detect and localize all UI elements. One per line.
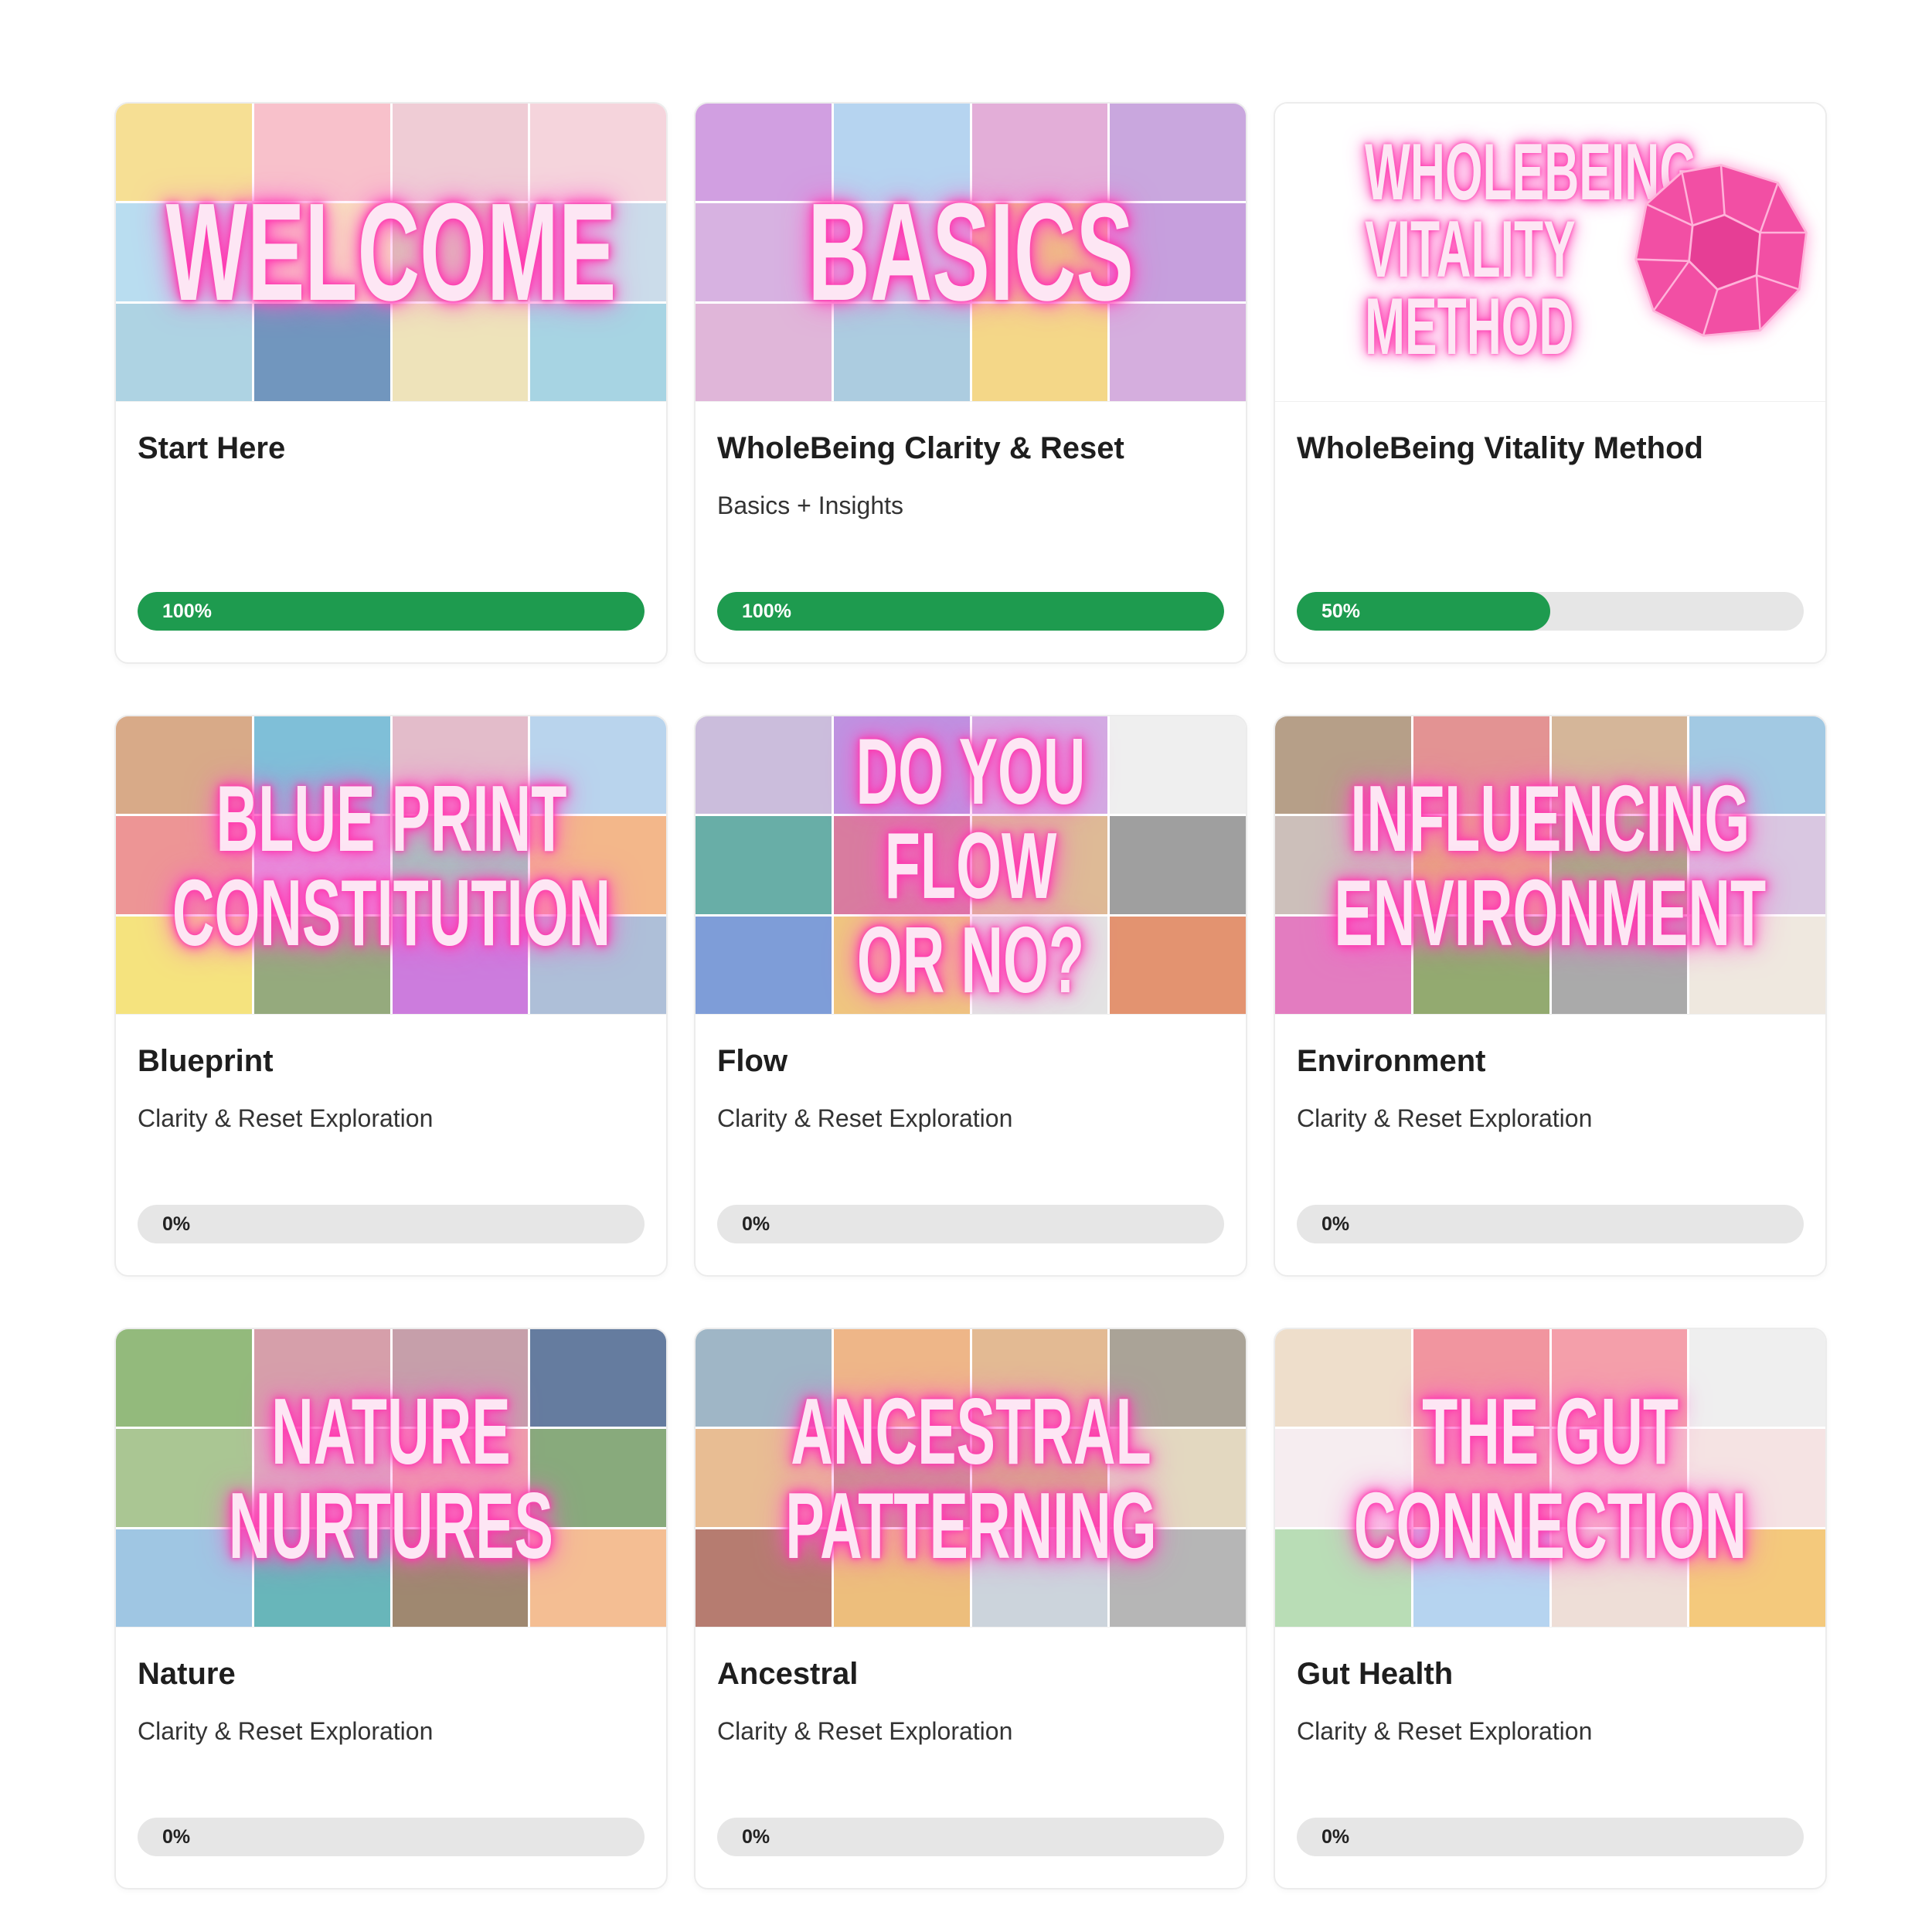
thumbnail-overlay: NATURE NURTURES (116, 1329, 666, 1627)
thumbnail-title-text: ANCESTRAL PATTERNING (784, 1378, 1157, 1578)
course-thumbnail[interactable]: WHOLEBEING VITALITY METHOD (1275, 104, 1825, 402)
course-thumbnail[interactable]: WELCOME (116, 104, 666, 402)
course-subtitle: Clarity & Reset Exploration (1297, 1717, 1593, 1745)
course-subtitle: Clarity & Reset Exploration (717, 1104, 1013, 1132)
card-body: Environment Clarity & Reset Exploration … (1275, 1015, 1825, 1275)
thumbnail-overlay: BLUE PRINT CONSTITUTION (116, 716, 666, 1014)
course-subtitle: Clarity & Reset Exploration (1297, 1104, 1593, 1132)
course-subtitle: Clarity & Reset Exploration (138, 1104, 434, 1132)
course-thumbnail[interactable]: INFLUENCING ENVIRONMENT (1275, 716, 1825, 1015)
thumbnail-overlay: BASICS (696, 104, 1246, 401)
progress-label: 0% (1321, 1826, 1350, 1848)
progress-bar: 50% (1297, 592, 1804, 631)
dodecahedron-icon (1634, 164, 1808, 337)
course-title[interactable]: Gut Health (1297, 1657, 1453, 1692)
course-card[interactable]: THE GUT CONNECTION Gut Health Clarity & … (1274, 1328, 1827, 1889)
thumbnail-title-text: BLUE PRINT CONSTITUTION (172, 765, 611, 965)
thumbnail-title-text: NATURE NURTURES (228, 1378, 554, 1578)
course-title[interactable]: Flow (717, 1044, 787, 1079)
course-subtitle: Clarity & Reset Exploration (717, 1717, 1013, 1745)
thumbnail-overlay: THE GUT CONNECTION (1275, 1329, 1825, 1627)
course-title[interactable]: Nature (138, 1657, 236, 1692)
thumbnail-title-text: THE GUT CONNECTION (1353, 1378, 1747, 1578)
course-title[interactable]: WholeBeing Vitality Method (1297, 431, 1703, 466)
course-grid: WELCOME Start Here 100% BASICS WholeBein… (114, 102, 1827, 1889)
progress-bar: 0% (1297, 1205, 1804, 1243)
thumbnail-title-text: DO YOU FLOW OR NO? (855, 718, 1086, 1012)
thumbnail-overlay: DO YOU FLOW OR NO? (696, 716, 1246, 1014)
card-body: WholeBeing Clarity & Reset Basics + Insi… (696, 402, 1246, 662)
course-thumbnail[interactable]: ANCESTRAL PATTERNING (696, 1329, 1246, 1628)
card-body: Nature Clarity & Reset Exploration 0% (116, 1628, 666, 1888)
progress-label: 100% (162, 600, 212, 622)
course-title[interactable]: Blueprint (138, 1044, 274, 1079)
progress-label: 0% (742, 1213, 770, 1235)
thumbnail-overlay: WELCOME (116, 104, 666, 401)
progress-label: 0% (1321, 1213, 1350, 1235)
course-card[interactable]: WELCOME Start Here 100% (114, 102, 668, 664)
thumbnail-title-text: WELCOME (165, 174, 617, 330)
course-thumbnail[interactable]: THE GUT CONNECTION (1275, 1329, 1825, 1628)
card-body: WholeBeing Vitality Method 50% (1275, 402, 1825, 662)
progress-label: 100% (742, 600, 791, 622)
course-card[interactable]: BASICS WholeBeing Clarity & Reset Basics… (694, 102, 1247, 664)
course-card[interactable]: DO YOU FLOW OR NO? Flow Clarity & Reset … (694, 715, 1247, 1277)
course-thumbnail[interactable]: DO YOU FLOW OR NO? (696, 716, 1246, 1015)
progress-bar: 0% (717, 1205, 1224, 1243)
thumbnail-overlay: INFLUENCING ENVIRONMENT (1275, 716, 1825, 1014)
progress-label: 0% (162, 1826, 191, 1848)
course-title[interactable]: Environment (1297, 1044, 1485, 1079)
course-card[interactable]: BLUE PRINT CONSTITUTION Blueprint Clarit… (114, 715, 668, 1277)
card-body: Start Here 100% (116, 402, 666, 662)
progress-bar: 0% (1297, 1818, 1804, 1856)
progress-bar: 0% (138, 1818, 645, 1856)
course-thumbnail[interactable]: BLUE PRINT CONSTITUTION (116, 716, 666, 1015)
course-subtitle: Clarity & Reset Exploration (138, 1717, 434, 1745)
progress-label: 50% (1321, 600, 1361, 622)
card-body: Flow Clarity & Reset Exploration 0% (696, 1015, 1246, 1275)
progress-bar-fill (717, 592, 1224, 631)
course-card[interactable]: INFLUENCING ENVIRONMENT Environment Clar… (1274, 715, 1827, 1277)
card-body: Ancestral Clarity & Reset Exploration 0% (696, 1628, 1246, 1888)
course-title[interactable]: Start Here (138, 431, 285, 466)
thumbnail-title-text: BASICS (808, 174, 1134, 330)
thumbnail-overlay: ANCESTRAL PATTERNING (696, 1329, 1246, 1627)
course-title[interactable]: WholeBeing Clarity & Reset (717, 431, 1124, 466)
card-body: Gut Health Clarity & Reset Exploration 0… (1275, 1628, 1825, 1888)
thumbnail-title-text: WHOLEBEING VITALITY METHOD (1365, 128, 1697, 372)
course-card[interactable]: NATURE NURTURES Nature Clarity & Reset E… (114, 1328, 668, 1889)
progress-bar: 100% (138, 592, 645, 631)
progress-bar: 0% (138, 1205, 645, 1243)
progress-label: 0% (742, 1826, 770, 1848)
course-title[interactable]: Ancestral (717, 1657, 858, 1692)
progress-bar: 0% (717, 1818, 1224, 1856)
progress-label: 0% (162, 1213, 191, 1235)
progress-bar: 100% (717, 592, 1224, 631)
course-card[interactable]: ANCESTRAL PATTERNING Ancestral Clarity &… (694, 1328, 1247, 1889)
course-card[interactable]: WHOLEBEING VITALITY METHOD WholeBeing Vi… (1274, 102, 1827, 664)
progress-bar-fill (138, 592, 645, 631)
course-thumbnail[interactable]: BASICS (696, 104, 1246, 402)
card-body: Blueprint Clarity & Reset Exploration 0% (116, 1015, 666, 1275)
thumbnail-title-text: INFLUENCING ENVIRONMENT (1334, 765, 1767, 965)
course-subtitle: Basics + Insights (717, 492, 903, 519)
course-thumbnail[interactable]: NATURE NURTURES (116, 1329, 666, 1628)
